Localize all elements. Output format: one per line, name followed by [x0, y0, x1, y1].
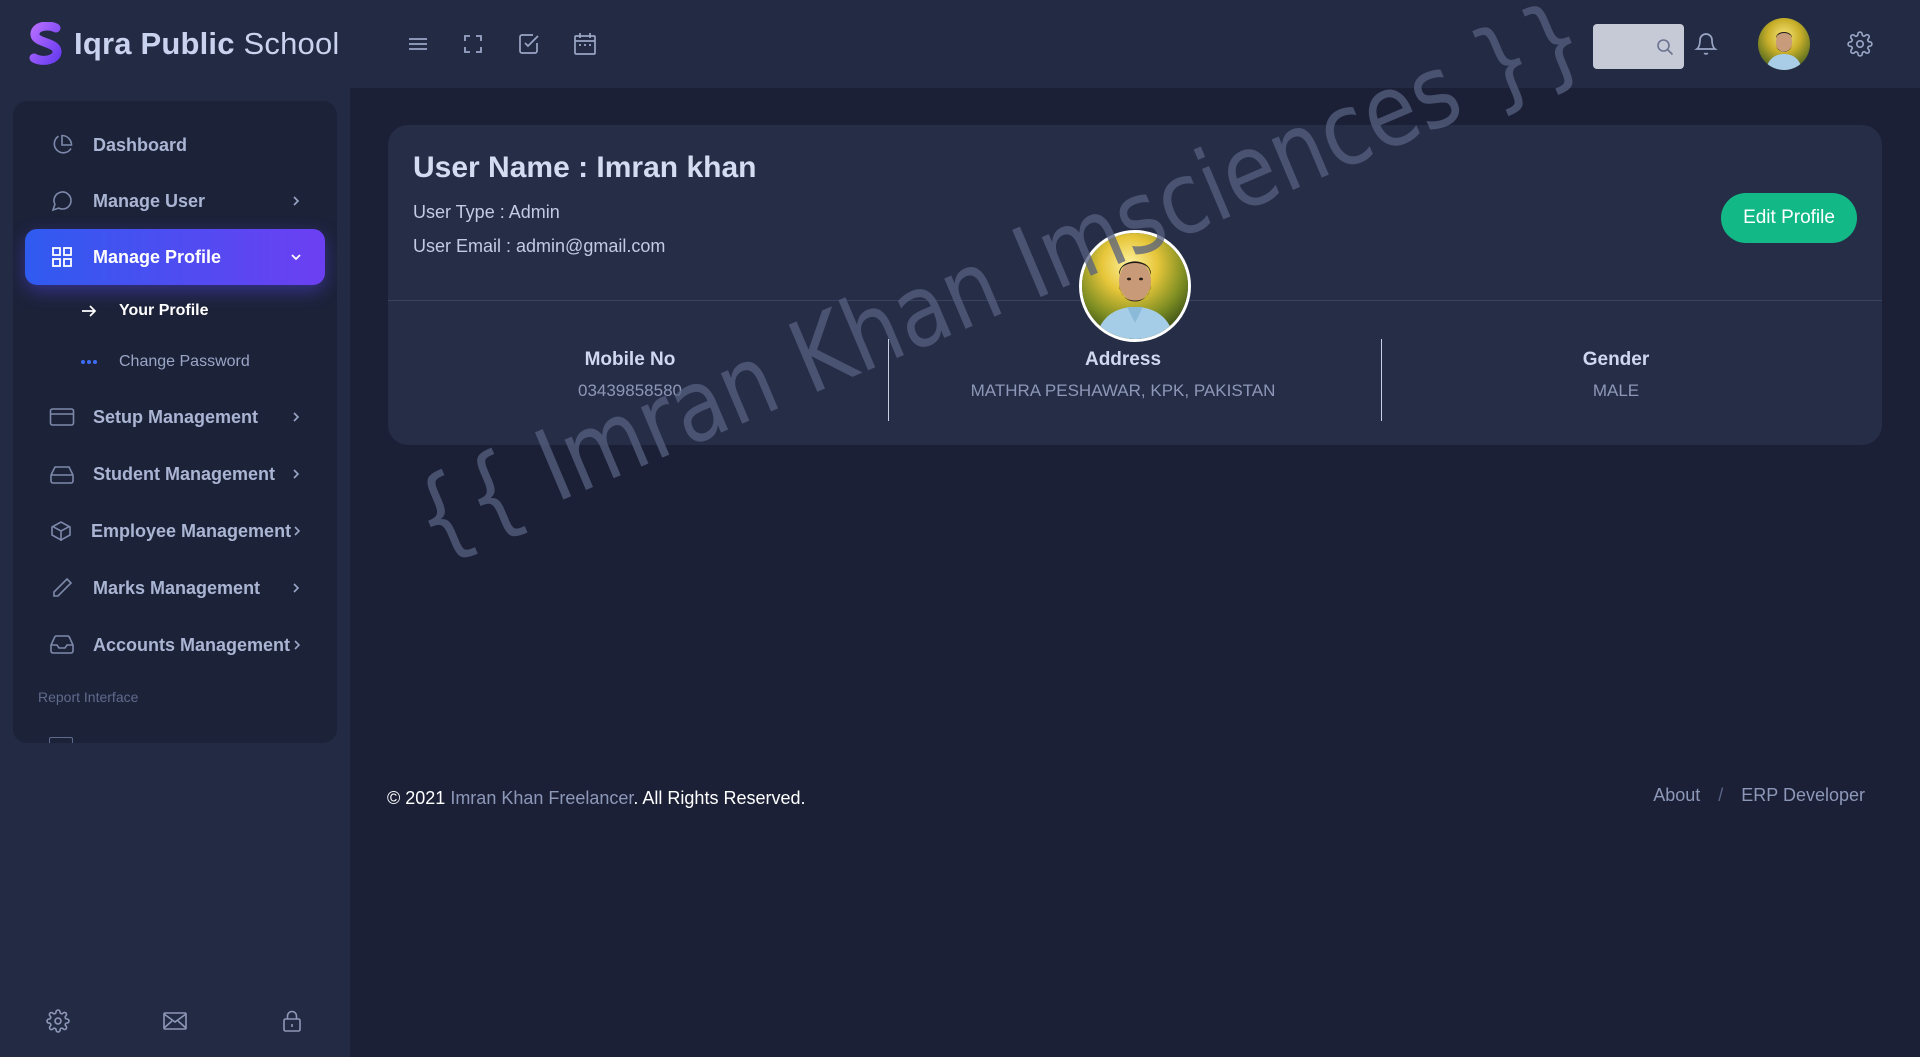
sidebar-item-dashboard[interactable]: Dashboard — [25, 117, 325, 173]
brand-name: Iqra Public School — [74, 26, 340, 62]
sidebar-item-accounts-management[interactable]: Accounts Management — [25, 617, 325, 673]
calendar-icon[interactable] — [571, 30, 599, 58]
footer-links: About / ERP Developer — [1653, 785, 1865, 806]
search-box — [1593, 24, 1684, 69]
stat-value: MALE — [1592, 381, 1640, 400]
sidebar-bottom-bar — [0, 985, 350, 1057]
check-square-icon[interactable] — [515, 30, 543, 58]
sidebar-item-label: Manage User — [93, 190, 206, 211]
profile-card: User Name : Imran khan User Type : Admin… — [388, 125, 1882, 445]
arrow-right-icon — [79, 301, 99, 321]
stat-value: MATHRA PESHAWAR, KPK, PAKISTAN — [970, 381, 1276, 400]
sidebar-menu: Dashboard Manage User Manage Profile You… — [13, 101, 337, 743]
stat-separator — [888, 339, 889, 421]
sidebar-subitem-change-password[interactable]: Change Password — [25, 342, 325, 382]
copyright-prefix: © 2021 — [387, 788, 451, 808]
app-root: Iqra Public School Dashboard Manage User — [0, 0, 1920, 1057]
sidebar-item-label: Marks Management — [93, 577, 261, 598]
gear-icon[interactable] — [44, 1007, 72, 1035]
sidebar-item-employee-management[interactable]: Employee Management — [25, 503, 325, 559]
sidebar-item-label: Manage Profile — [93, 246, 222, 267]
chevron-down-icon — [289, 250, 303, 264]
sidebar-item-setup-management[interactable]: Setup Management — [25, 389, 325, 445]
top-bar — [350, 0, 1920, 88]
sidebar-item-label: Employee Management — [91, 520, 292, 541]
copyright-suffix: . All Rights Reserved. — [633, 788, 806, 808]
user-type: User Type : Admin — [413, 202, 560, 222]
lock-icon[interactable] — [278, 1007, 306, 1035]
stat-separator — [1381, 339, 1382, 421]
menu-icon[interactable] — [404, 30, 432, 58]
brand-name-bold: Iqra Public — [74, 26, 235, 61]
credit-card-icon — [49, 404, 75, 430]
sidebar-subitem-label: Change Password — [119, 353, 250, 370]
sidebar-item-label: Setup Management — [93, 406, 259, 427]
sidebar-subitem-your-profile[interactable]: Your Profile — [25, 291, 325, 331]
pencil-icon — [49, 575, 75, 601]
chevron-right-icon — [290, 638, 303, 652]
section-label-report-interface: Report Interface — [38, 689, 139, 705]
user-name-title: User Name : Imran khan — [413, 151, 757, 184]
footer-separator: / — [1718, 785, 1724, 805]
avatar-photo — [1758, 18, 1810, 70]
box-icon — [49, 518, 73, 544]
chevron-right-icon — [289, 410, 303, 424]
bell-icon[interactable] — [1691, 29, 1721, 59]
user-email: User Email : admin@gmail.com — [413, 236, 666, 256]
profile-photo — [1082, 233, 1188, 339]
footer-copyright: © 2021 Imran Khan Freelancer. All Rights… — [387, 788, 805, 809]
chevron-right-icon — [289, 194, 303, 208]
footer-link-about[interactable]: About — [1653, 785, 1700, 806]
copyright-link[interactable]: Imran Khan Freelancer — [450, 788, 633, 808]
chevron-right-icon — [291, 524, 303, 538]
sidebar-subitem-label: Your Profile — [119, 302, 209, 319]
search-input[interactable] — [1593, 24, 1663, 69]
sidebar-item-manage-profile[interactable]: Manage Profile — [25, 229, 325, 285]
dots-icon — [79, 352, 99, 372]
sidebar-item-marks-management[interactable]: Marks Management — [25, 560, 325, 616]
stat-address: Address MATHRA PESHAWAR, KPK, PAKISTAN — [923, 349, 1323, 401]
partial-menu-icon — [49, 737, 73, 743]
inbox-icon — [49, 632, 75, 658]
sidebar-item-manage-user[interactable]: Manage User — [25, 173, 325, 229]
sidebar-item-student-management[interactable]: Student Management — [25, 446, 325, 502]
fullscreen-icon[interactable] — [459, 30, 487, 58]
stat-mobile: Mobile No 03439858580 — [430, 349, 830, 401]
profile-avatar — [1079, 230, 1191, 342]
mail-icon[interactable] — [161, 1007, 189, 1035]
stat-label: Gender — [1582, 349, 1650, 370]
brand-name-light: School — [243, 26, 340, 61]
sidebar-item-label: Accounts Management — [93, 634, 291, 655]
hard-drive-icon — [49, 461, 75, 487]
edit-profile-button[interactable]: Edit Profile — [1721, 193, 1857, 243]
gear-icon[interactable] — [1845, 29, 1875, 59]
pie-chart-icon — [49, 132, 75, 158]
stat-label: Mobile No — [584, 349, 676, 370]
sidebar-item-label: Dashboard — [93, 134, 188, 155]
sidebar-item-label: Student Management — [93, 463, 276, 484]
sidebar: Iqra Public School Dashboard Manage User — [0, 0, 350, 1057]
brand[interactable]: Iqra Public School — [28, 22, 340, 66]
grid-icon — [49, 244, 75, 270]
chat-bubble-icon — [49, 188, 75, 214]
stat-label: Address — [1084, 349, 1162, 370]
stat-gender: Gender MALE — [1416, 349, 1816, 401]
chevron-right-icon — [289, 581, 303, 595]
footer-link-erp-developer[interactable]: ERP Developer — [1741, 785, 1865, 806]
chevron-right-icon — [289, 467, 303, 481]
s-logo-icon — [29, 22, 62, 65]
stat-value: 03439858580 — [577, 381, 682, 400]
avatar[interactable] — [1758, 18, 1810, 70]
